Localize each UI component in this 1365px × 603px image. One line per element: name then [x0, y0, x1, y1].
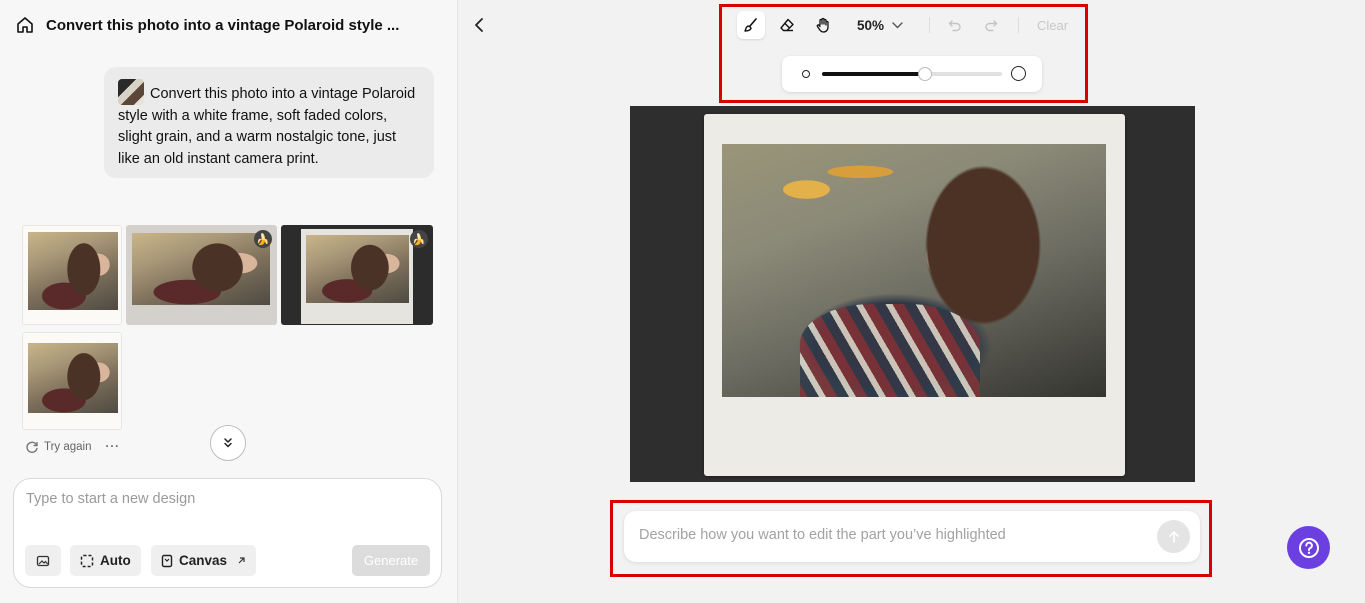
scroll-to-bottom-button[interactable]: [210, 425, 246, 461]
small-brush-circle-icon: [802, 70, 810, 78]
user-prompt-text: Convert this photo into a vintage Polaro…: [118, 86, 416, 167]
brush-size-slider[interactable]: [822, 67, 1002, 81]
polaroid-photo: [722, 144, 1106, 397]
canvas-label: Canvas: [179, 553, 228, 568]
brush-tool-button[interactable]: [737, 11, 765, 39]
brush-size-control: [782, 56, 1042, 92]
clear-button[interactable]: Clear: [1037, 18, 1068, 33]
canvas-icon: [161, 554, 173, 568]
send-button[interactable]: [1157, 520, 1190, 553]
home-icon[interactable]: [16, 16, 34, 34]
redo-icon: [984, 18, 998, 32]
result-thumbnail[interactable]: [22, 225, 122, 325]
toolbar-divider: [929, 17, 931, 33]
edit-prompt-box: [624, 511, 1200, 562]
banana-icon: 🍌: [410, 230, 428, 248]
editor-panel: 50% Clear: [459, 0, 1365, 603]
pan-tool-button[interactable]: [809, 11, 837, 39]
question-mark-icon: [1298, 537, 1320, 559]
large-brush-circle-icon: [1011, 66, 1026, 81]
new-design-composer: Auto Canvas Generate: [13, 478, 442, 588]
auto-mode-button[interactable]: Auto: [70, 545, 141, 576]
upload-image-button[interactable]: [25, 545, 61, 576]
dashed-square-icon: [80, 554, 94, 568]
undo-icon: [948, 18, 962, 32]
edit-prompt-input[interactable]: [639, 527, 1139, 543]
eraser-icon: [779, 17, 795, 33]
canvas-button[interactable]: Canvas: [151, 545, 257, 576]
hand-icon: [815, 17, 831, 33]
edit-toolbar: 50% Clear: [737, 9, 1068, 41]
arrow-up-right-icon: [237, 556, 246, 565]
try-again-button[interactable]: Try again: [44, 441, 92, 453]
brush-icon: [743, 17, 759, 33]
result-thumbnail[interactable]: 🍌: [126, 225, 277, 325]
chevron-left-icon: [474, 17, 484, 33]
polaroid-image: [704, 114, 1125, 476]
refresh-icon[interactable]: [25, 440, 39, 454]
user-prompt-bubble: Convert this photo into a vintage Polaro…: [104, 67, 434, 178]
undo-button[interactable]: [944, 14, 966, 36]
image-canvas[interactable]: [630, 106, 1195, 482]
result-thumbnail[interactable]: 🍌: [281, 225, 433, 325]
help-button[interactable]: [1287, 526, 1330, 569]
zoom-dropdown[interactable]: 50%: [857, 18, 903, 33]
toolbar-divider: [1018, 17, 1020, 33]
redo-button[interactable]: [980, 14, 1002, 36]
chat-header: Convert this photo into a vintage Polaro…: [16, 14, 445, 36]
chat-title: Convert this photo into a vintage Polaro…: [46, 16, 400, 34]
generate-button[interactable]: Generate: [352, 545, 430, 576]
eraser-tool-button[interactable]: [773, 11, 801, 39]
arrow-up-icon: [1168, 530, 1180, 544]
auto-mode-label: Auto: [100, 553, 131, 568]
more-options-button[interactable]: ···: [106, 441, 121, 453]
brush-size-knob[interactable]: [917, 67, 932, 81]
new-design-input[interactable]: [26, 491, 426, 507]
back-button[interactable]: [469, 14, 489, 36]
result-actions: Try again ···: [25, 440, 120, 454]
double-chevron-down-icon: [222, 437, 234, 449]
image-icon: [36, 554, 50, 568]
chevron-down-icon: [892, 21, 903, 29]
chat-panel: Convert this photo into a vintage Polaro…: [0, 0, 458, 603]
brush-size-fill: [822, 72, 925, 76]
zoom-level: 50%: [857, 17, 885, 33]
source-image-thumbnail[interactable]: [118, 79, 144, 105]
banana-icon: 🍌: [254, 230, 272, 248]
result-thumbnail[interactable]: [22, 332, 122, 430]
